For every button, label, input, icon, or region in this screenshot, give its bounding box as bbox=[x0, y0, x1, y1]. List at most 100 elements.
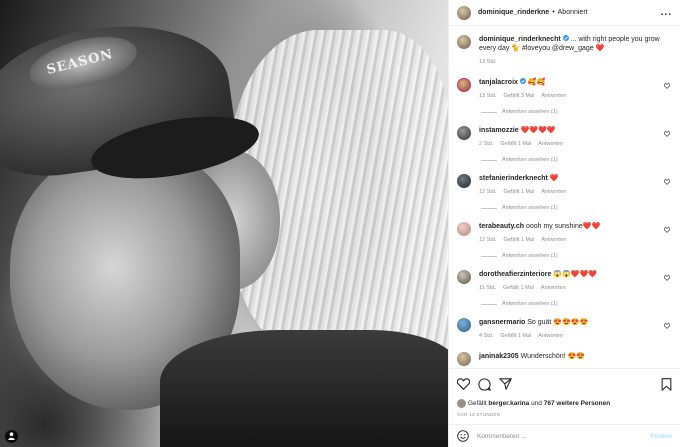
view-replies-label: Antworten ansehen (1) bbox=[502, 301, 558, 307]
reply-button[interactable]: Antworten bbox=[541, 92, 566, 101]
verified-icon bbox=[519, 78, 526, 84]
view-replies-button[interactable]: Antworten ansehen (1) bbox=[481, 157, 672, 163]
comment-item: dorotheafierzinteriore 😱😱❤️❤️❤️ 11 Std. … bbox=[457, 270, 672, 293]
comment-item: terabeauty.ch oooh my sunshine❤️❤️ 12 St… bbox=[457, 222, 672, 245]
avatar[interactable] bbox=[457, 270, 471, 284]
comment-likes[interactable]: Gefällt 1 Mal bbox=[503, 188, 534, 197]
header-separator: • bbox=[552, 9, 555, 16]
reply-button[interactable]: Antworten bbox=[538, 332, 563, 341]
comment-item: tanjalacroix 🥰🥰 13 Std. Gefällt 3 Mal An… bbox=[457, 78, 672, 101]
comment-text: 🥰🥰 bbox=[527, 79, 546, 86]
comment-likes[interactable]: Gefällt 1 Mal bbox=[503, 284, 534, 293]
comment-item: stefanierinderknecht ❤️ 12 Std. Gefällt … bbox=[457, 174, 672, 197]
replies-divider bbox=[481, 207, 497, 209]
emoji-icon[interactable] bbox=[457, 430, 469, 442]
comment-username[interactable]: dorotheafierzinteriore bbox=[479, 271, 551, 278]
caption: dominique_rinderknecht ... with right pe… bbox=[457, 35, 672, 67]
comment-username[interactable]: terabeauty.ch bbox=[479, 223, 524, 230]
comment-username[interactable]: gansnermario bbox=[479, 319, 525, 326]
like-comment-icon[interactable] bbox=[664, 131, 670, 137]
post-timestamp[interactable]: VOR 13 STUNDEN bbox=[457, 412, 672, 417]
like-comment-icon[interactable] bbox=[664, 227, 670, 233]
replies-divider bbox=[481, 111, 497, 113]
view-replies-label: Antworten ansehen (1) bbox=[502, 205, 558, 211]
tagged-user-icon[interactable] bbox=[5, 430, 18, 443]
verified-icon bbox=[562, 35, 569, 41]
view-replies-button[interactable]: Antworten ansehen (1) bbox=[481, 253, 672, 259]
photo-shirt bbox=[160, 330, 448, 447]
comment-icon[interactable] bbox=[478, 377, 491, 391]
avatar[interactable] bbox=[457, 5, 471, 20]
comment-text: oooh my sunshine❤️❤️ bbox=[525, 223, 601, 230]
comment-time: 4 Std. bbox=[479, 333, 494, 339]
replies-divider bbox=[481, 255, 497, 257]
comment-text: Wunderschön! 😍😍 bbox=[520, 353, 586, 360]
like-icon[interactable] bbox=[457, 378, 470, 390]
comment-likes[interactable]: Gefällt 3 Mal bbox=[503, 92, 534, 101]
avatar[interactable] bbox=[457, 126, 471, 140]
comment-time: 12 Std. bbox=[479, 237, 497, 243]
view-replies-label: Antworten ansehen (1) bbox=[502, 253, 558, 259]
comment-time: 11 Std. bbox=[479, 285, 497, 291]
comment-username[interactable]: instamozzie bbox=[479, 127, 519, 134]
caption-username[interactable]: dominique_rinderknecht bbox=[479, 36, 561, 43]
avatar[interactable] bbox=[457, 352, 471, 366]
post-actions: Gefällt berger.karina und 767 weitere Pe… bbox=[449, 368, 680, 417]
share-icon[interactable] bbox=[499, 378, 512, 390]
comment-time: 12 Std. bbox=[479, 189, 497, 195]
caption-time: 13 Std. bbox=[479, 59, 497, 65]
view-replies-label: Antworten ansehen (1) bbox=[502, 157, 558, 163]
comment-item: instamozzie ❤️❤️❤️❤️ 2 Std. Gefällt 1 Ma… bbox=[457, 126, 672, 149]
replies-divider bbox=[481, 159, 497, 161]
header-username[interactable]: dominique_rinderkne bbox=[478, 9, 549, 16]
reply-button[interactable]: Antworten bbox=[541, 284, 566, 293]
liker-avatar bbox=[457, 399, 466, 408]
liked-by-username[interactable]: berger.karina bbox=[488, 400, 529, 407]
comment-likes[interactable]: Gefällt 1 Mal bbox=[500, 332, 531, 341]
avatar[interactable] bbox=[457, 174, 471, 188]
avatar[interactable] bbox=[457, 35, 471, 49]
post-header: dominique_rinderkne • Abonniert ... bbox=[449, 0, 680, 26]
likes-prefix: Gefällt bbox=[467, 400, 487, 408]
comment-likes[interactable]: Gefällt 1 Mal bbox=[500, 140, 531, 149]
reply-button[interactable]: Antworten bbox=[541, 188, 566, 197]
view-replies-label: Antworten ansehen (1) bbox=[502, 109, 558, 115]
comments-list[interactable]: dominique_rinderknecht ... with right pe… bbox=[449, 27, 680, 367]
post-comment-button[interactable]: Posten bbox=[650, 433, 672, 440]
comment-time: 2 Std. bbox=[479, 141, 494, 147]
likes-mid: und bbox=[531, 400, 542, 408]
comment-text: 😱😱❤️❤️❤️ bbox=[553, 271, 597, 278]
comment-item: gansnermario So guät 😍😍😍😍 4 Std. Gefällt… bbox=[457, 318, 672, 341]
comment-input[interactable]: Kommentieren ... bbox=[477, 433, 527, 440]
likes-summary: Gefällt berger.karina und 767 weitere Pe… bbox=[457, 399, 672, 408]
more-options-icon[interactable]: ... bbox=[661, 7, 672, 18]
comment-item: janinak2305 Wunderschön! 😍😍 bbox=[457, 352, 672, 366]
bookmark-icon[interactable] bbox=[661, 377, 672, 391]
comment-time: 13 Std. bbox=[479, 93, 497, 99]
reply-button[interactable]: Antworten bbox=[538, 140, 563, 149]
comment-text: So guät 😍😍😍😍 bbox=[527, 319, 589, 326]
comment-username[interactable]: stefanierinderknecht bbox=[479, 175, 548, 182]
like-comment-icon[interactable] bbox=[664, 275, 670, 281]
likes-others-link[interactable]: 767 weitere Personen bbox=[544, 400, 610, 407]
avatar[interactable] bbox=[457, 222, 471, 236]
comment-text: ❤️❤️❤️❤️ bbox=[520, 127, 556, 134]
comment-text: ❤️ bbox=[549, 175, 559, 182]
post-photo[interactable]: SEASON bbox=[0, 0, 448, 447]
replies-divider bbox=[481, 303, 497, 305]
reply-button[interactable]: Antworten bbox=[541, 236, 566, 245]
like-comment-icon[interactable] bbox=[664, 179, 670, 185]
view-replies-button[interactable]: Antworten ansehen (1) bbox=[481, 109, 672, 115]
avatar[interactable] bbox=[457, 318, 471, 332]
view-replies-button[interactable]: Antworten ansehen (1) bbox=[481, 205, 672, 211]
add-comment-bar: Kommentieren ... Posten bbox=[449, 424, 680, 447]
avatar[interactable] bbox=[457, 78, 471, 92]
follow-button[interactable]: Abonniert bbox=[558, 9, 588, 16]
view-replies-button[interactable]: Antworten ansehen (1) bbox=[481, 301, 672, 307]
like-comment-icon[interactable] bbox=[664, 323, 670, 329]
like-comment-icon[interactable] bbox=[664, 83, 670, 89]
post-sidebar: dominique_rinderkne • Abonniert ... domi… bbox=[448, 0, 680, 447]
comment-likes[interactable]: Gefällt 1 Mal bbox=[503, 236, 534, 245]
comment-username[interactable]: tanjalacroix bbox=[479, 79, 518, 86]
comment-username[interactable]: janinak2305 bbox=[479, 353, 519, 360]
